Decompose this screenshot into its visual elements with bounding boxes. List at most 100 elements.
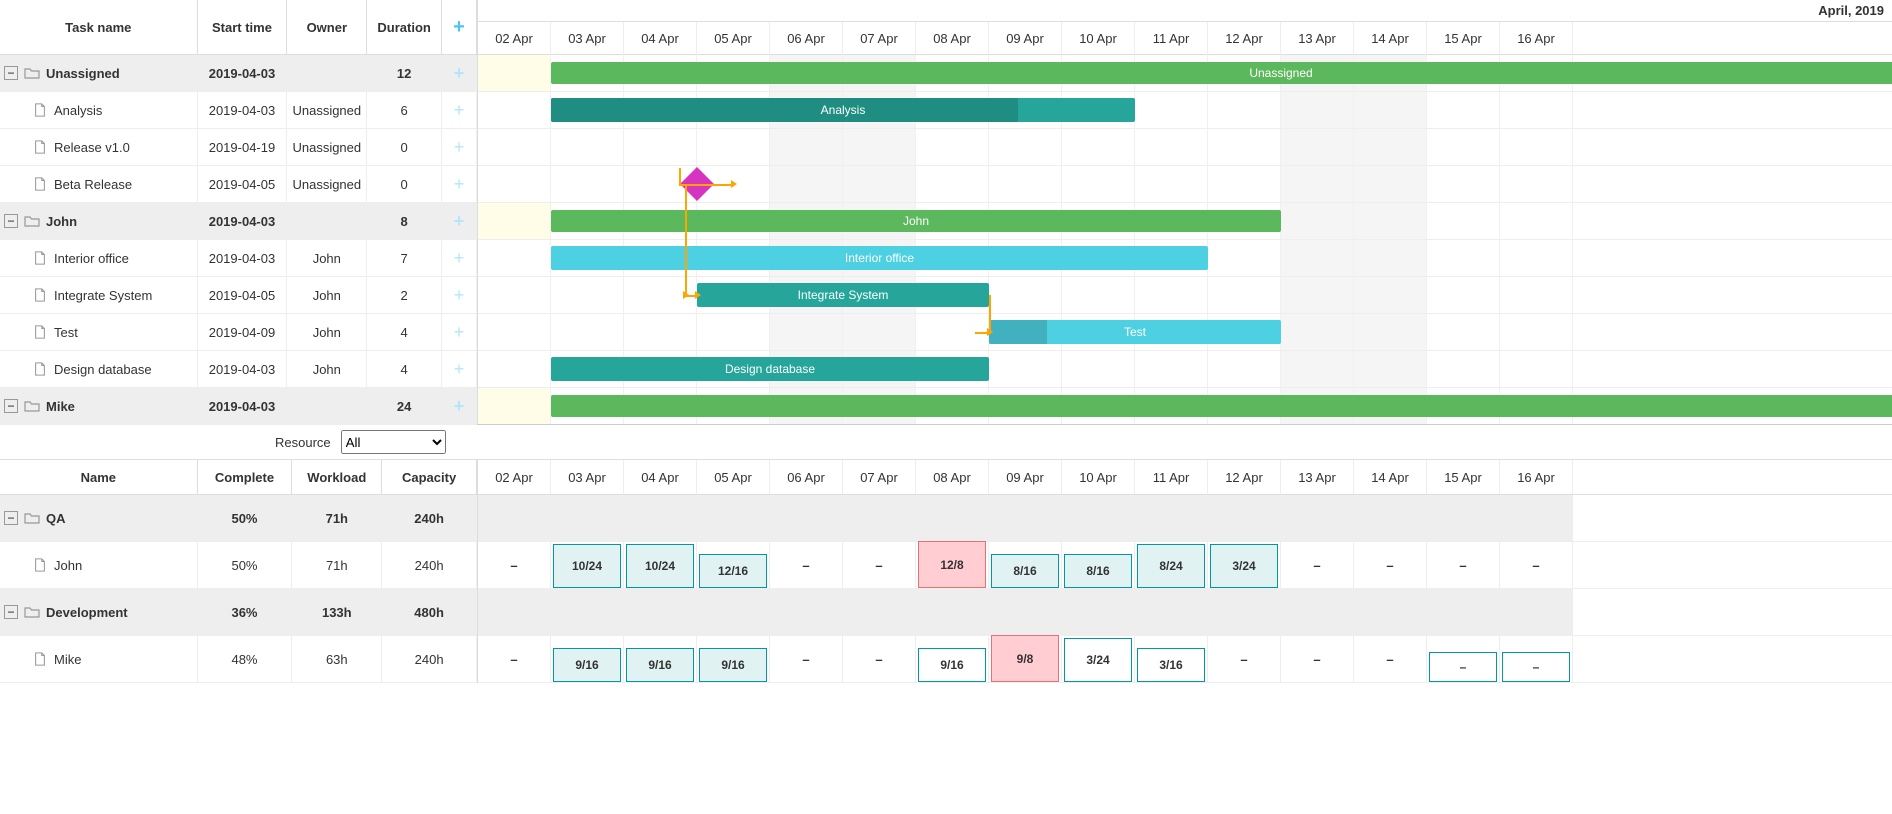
resource-load-cell bbox=[989, 589, 1062, 635]
collapse-toggle[interactable]: − bbox=[4, 214, 18, 228]
resource-load-cell bbox=[770, 589, 843, 635]
task-group-row[interactable]: −Mike2019-04-0324+ bbox=[0, 388, 477, 425]
resource-load-cell bbox=[1281, 589, 1354, 635]
col-duration[interactable]: Duration bbox=[367, 0, 442, 54]
add-task-button[interactable]: + bbox=[442, 129, 477, 165]
resource-load-cell bbox=[1427, 495, 1500, 541]
col-task-name[interactable]: Task name bbox=[0, 0, 198, 54]
timeline-row: Analysis bbox=[478, 92, 1892, 129]
task-name-label: Beta Release bbox=[54, 177, 132, 192]
gantt-task-bar[interactable]: Integrate System bbox=[697, 283, 989, 307]
resource-day-header: 03 Apr bbox=[551, 460, 624, 494]
document-icon bbox=[32, 177, 48, 191]
task-group-row[interactable]: −John2019-04-038+ bbox=[0, 203, 477, 240]
cell-duration: 0 bbox=[367, 166, 442, 202]
add-task-button[interactable]: + bbox=[442, 351, 477, 387]
task-grid-header: Task name Start time Owner Duration + bbox=[0, 0, 477, 55]
resource-group-row[interactable]: −Development36%133h480h bbox=[0, 589, 477, 636]
cell-owner: Unassigned bbox=[287, 166, 367, 202]
cell-start: 2019-04-03 bbox=[198, 55, 288, 91]
resource-group-row[interactable]: −QA50%71h240h bbox=[0, 495, 477, 542]
col-complete[interactable]: Complete bbox=[198, 460, 293, 494]
resource-row[interactable]: John50%71h240h bbox=[0, 542, 477, 589]
timeline-row bbox=[478, 166, 1892, 203]
col-owner[interactable]: Owner bbox=[287, 0, 367, 54]
gantt-task-bar[interactable]: Interior office bbox=[551, 246, 1208, 270]
cell-duration: 6 bbox=[367, 92, 442, 128]
resource-name-label: QA bbox=[46, 511, 66, 526]
resource-load-cell: – bbox=[1500, 636, 1573, 682]
resource-day-header: 02 Apr bbox=[478, 460, 551, 494]
col-start-time[interactable]: Start time bbox=[198, 0, 288, 54]
add-task-button[interactable]: + bbox=[442, 92, 477, 128]
gantt-milestone[interactable] bbox=[680, 167, 714, 201]
resource-row[interactable]: Mike48%63h240h bbox=[0, 636, 477, 683]
gantt-task-bar[interactable]: Analysis bbox=[551, 98, 1135, 122]
gantt-task-bar[interactable]: Design database bbox=[551, 357, 989, 381]
resource-day-header: 07 Apr bbox=[843, 460, 916, 494]
resource-filter-bar: Resource All bbox=[0, 425, 1892, 460]
add-task-button[interactable]: + bbox=[442, 277, 477, 313]
resource-load-cell bbox=[916, 495, 989, 541]
timeline-day-header: 06 Apr bbox=[770, 22, 843, 55]
timeline-row: Test bbox=[478, 314, 1892, 351]
timeline-month-label: April, 2019 bbox=[478, 0, 1892, 22]
add-task-button[interactable]: + bbox=[442, 388, 477, 424]
resource-load-cell: – bbox=[1427, 636, 1500, 682]
cell-duration: 12 bbox=[367, 55, 442, 91]
resource-day-header: 04 Apr bbox=[624, 460, 697, 494]
document-icon bbox=[32, 362, 48, 376]
cell-start: 2019-04-03 bbox=[198, 388, 288, 424]
resource-timeline: 02 Apr03 Apr04 Apr05 Apr06 Apr07 Apr08 A… bbox=[478, 460, 1892, 683]
resource-day-header: 06 Apr bbox=[770, 460, 843, 494]
cell-start: 2019-04-03 bbox=[198, 240, 288, 276]
resource-load-cell bbox=[1354, 589, 1427, 635]
cell-duration: 7 bbox=[367, 240, 442, 276]
resource-load-cell: – bbox=[843, 636, 916, 682]
add-task-button[interactable]: + bbox=[442, 203, 477, 239]
task-row[interactable]: Release v1.02019-04-19Unassigned0+ bbox=[0, 129, 477, 166]
collapse-toggle[interactable]: − bbox=[4, 399, 18, 413]
resource-load-cell: – bbox=[770, 542, 843, 588]
task-row[interactable]: Design database2019-04-03John4+ bbox=[0, 351, 477, 388]
cell-owner: John bbox=[287, 240, 367, 276]
resource-load-cell: 9/16 bbox=[624, 636, 697, 682]
collapse-toggle[interactable]: − bbox=[4, 511, 18, 525]
cell-start: 2019-04-05 bbox=[198, 166, 288, 202]
cell-duration: 24 bbox=[367, 388, 442, 424]
resource-load-cell: 8/16 bbox=[989, 542, 1062, 588]
gantt-group-bar[interactable] bbox=[551, 395, 1892, 417]
task-row[interactable]: Interior office2019-04-03John7+ bbox=[0, 240, 477, 277]
task-grid: Task name Start time Owner Duration + − U… bbox=[0, 0, 478, 424]
task-row[interactable]: Beta Release 2019-04-05Unassigned0+ bbox=[0, 166, 477, 203]
task-row[interactable]: Analysis2019-04-03Unassigned6+ bbox=[0, 92, 477, 129]
add-task-button[interactable]: + bbox=[442, 55, 477, 91]
resource-filter-select[interactable]: All bbox=[341, 430, 446, 454]
resource-load-cell: – bbox=[1354, 636, 1427, 682]
gantt-task-bar[interactable]: Test bbox=[989, 320, 1281, 344]
gantt-group-bar[interactable]: Unassigned bbox=[551, 62, 1892, 84]
col-name[interactable]: Name bbox=[0, 460, 198, 494]
document-icon bbox=[32, 103, 48, 117]
task-row[interactable]: Integrate System2019-04-05John2+ bbox=[0, 277, 477, 314]
add-task-button[interactable]: + bbox=[442, 166, 477, 202]
resource-day-header: 12 Apr bbox=[1208, 460, 1281, 494]
resource-load-cell bbox=[1208, 589, 1281, 635]
cell-start: 2019-04-19 bbox=[198, 129, 288, 165]
task-group-row[interactable]: −Unassigned2019-04-0312+ bbox=[0, 55, 477, 92]
resource-load-cell bbox=[697, 495, 770, 541]
cell-owner bbox=[287, 55, 367, 91]
timeline-day-header: 10 Apr bbox=[1062, 22, 1135, 55]
add-task-button[interactable]: + bbox=[442, 314, 477, 350]
collapse-toggle[interactable]: − bbox=[4, 605, 18, 619]
resource-load-cell: 12/8 bbox=[916, 542, 989, 588]
collapse-toggle[interactable]: − bbox=[4, 66, 18, 80]
add-column-button[interactable]: + bbox=[442, 0, 477, 54]
task-name-label: John bbox=[46, 214, 77, 229]
col-workload[interactable]: Workload bbox=[292, 460, 382, 494]
add-task-button[interactable]: + bbox=[442, 240, 477, 276]
resource-load-cell: – bbox=[1208, 636, 1281, 682]
gantt-group-bar[interactable]: John bbox=[551, 210, 1281, 232]
col-capacity[interactable]: Capacity bbox=[382, 460, 477, 494]
task-row[interactable]: Test2019-04-09John4+ bbox=[0, 314, 477, 351]
